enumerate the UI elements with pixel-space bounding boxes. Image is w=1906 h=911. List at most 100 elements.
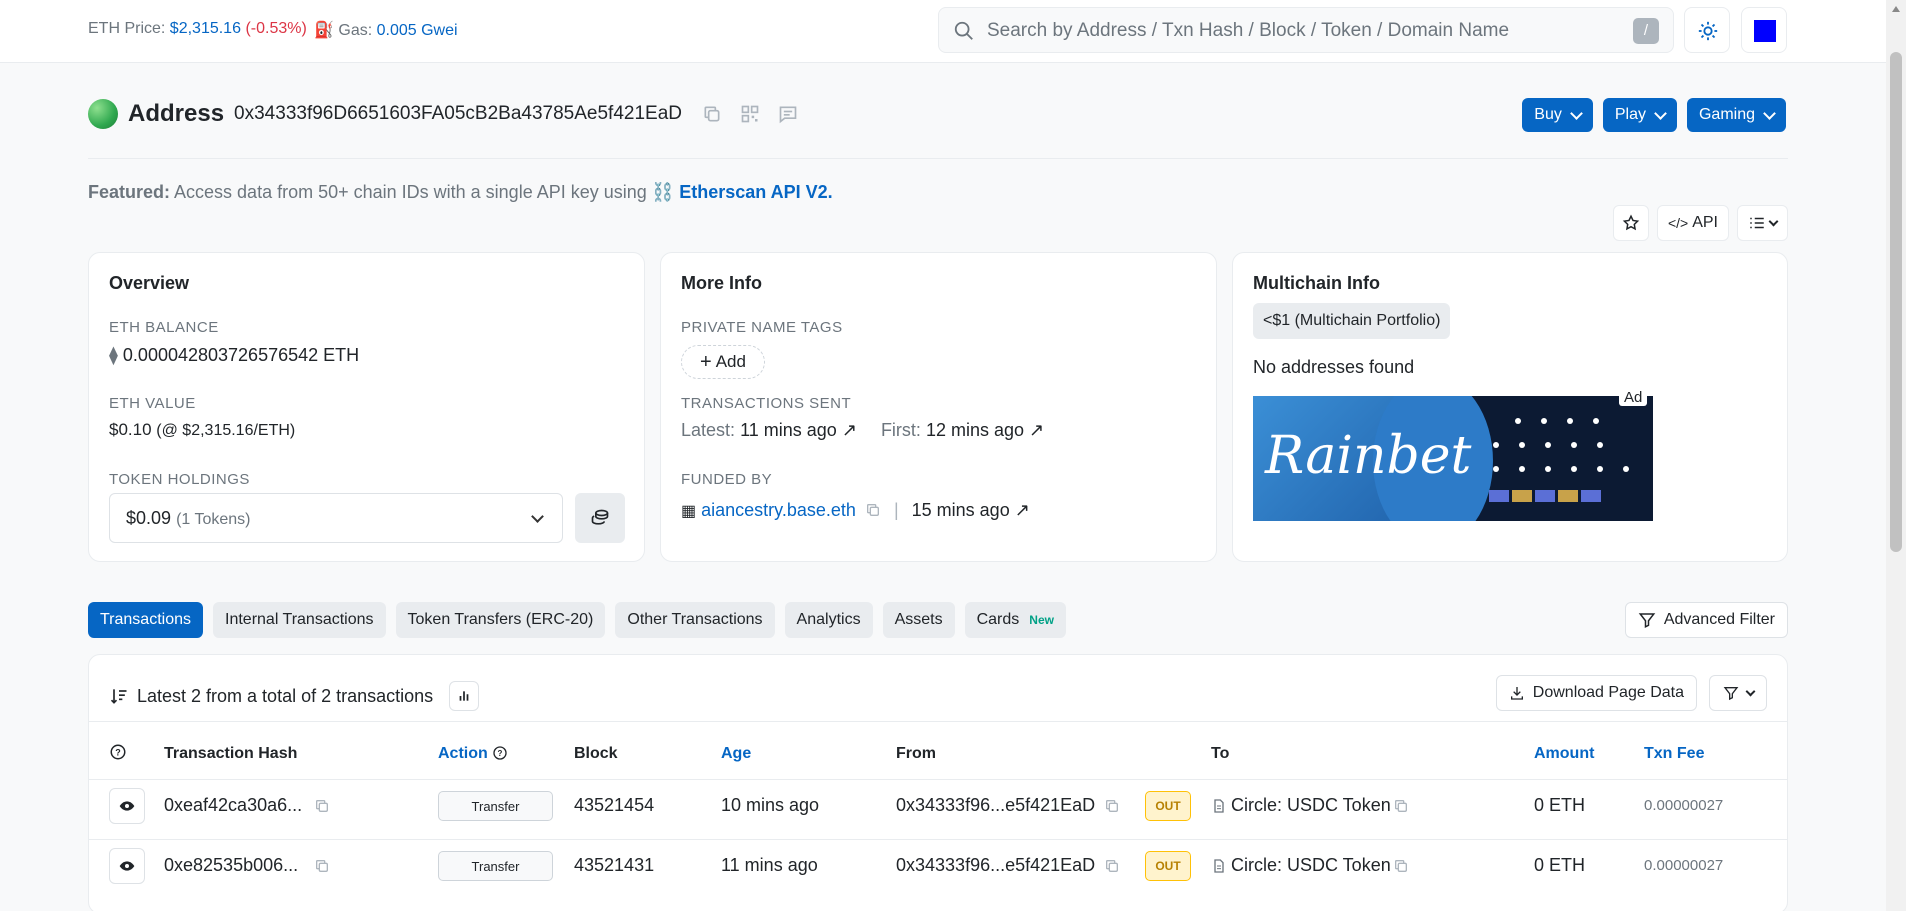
filter-icon <box>1638 613 1656 628</box>
arrow-up-right-icon[interactable]: ↗ <box>1015 500 1030 520</box>
gaming-button-label: Gaming <box>1698 106 1755 123</box>
advertisement-banner[interactable]: Rainbet <box>1253 396 1653 521</box>
sort-icon <box>110 689 127 704</box>
eth-price-value[interactable]: $2,315.16 <box>170 20 241 37</box>
col-header-action[interactable]: Action ? <box>438 745 508 763</box>
col-header-txn-fee[interactable]: Txn Fee <box>1644 745 1704 763</box>
tab-token-transfers[interactable]: Token Transfers (ERC-20) <box>395 602 606 638</box>
copy-icon[interactable] <box>865 502 881 518</box>
col-header-block: Block <box>574 745 618 762</box>
play-button-label: Play <box>1614 106 1646 123</box>
table-filter-button[interactable] <box>1709 675 1767 711</box>
copy-icon[interactable] <box>314 798 330 814</box>
new-badge: New <box>1029 613 1054 627</box>
gas-value[interactable]: 0.005 Gwei <box>377 22 458 39</box>
copy-icon[interactable] <box>314 858 330 874</box>
to-address-link[interactable]: Circle: USDC Token <box>1231 855 1391 876</box>
chevron-down-icon <box>1768 216 1779 226</box>
tab-internal-transactions[interactable]: Internal Transactions <box>213 602 386 638</box>
page-scrollbar[interactable] <box>1886 0 1906 911</box>
qr-code-icon[interactable] <box>740 104 760 124</box>
copy-icon[interactable] <box>1104 858 1120 874</box>
copy-icon[interactable] <box>1104 798 1120 814</box>
to-address-link[interactable]: Circle: USDC Token <box>1231 795 1391 816</box>
tx-hash-link[interactable]: 0xeaf42ca30a6... <box>164 795 302 816</box>
plus-icon: + <box>700 351 712 373</box>
copy-icon[interactable] <box>1393 798 1409 814</box>
featured-prefix: Featured: <box>88 182 171 202</box>
etherscan-api-link[interactable]: Etherscan API V2. <box>679 182 832 202</box>
tab-analytics[interactable]: Analytics <box>784 602 873 638</box>
tab-cards[interactable]: Cards New <box>964 602 1066 638</box>
block-link[interactable]: 43521431 <box>574 855 654 876</box>
funded-time: 15 mins ago <box>911 500 1010 520</box>
featured-text: Access data from 50+ chain IDs with a si… <box>174 182 647 202</box>
top-bar: ETH Price: $2,315.16 (-0.53%) ⛽ Gas: 0.0… <box>0 0 1886 63</box>
multichain-title: Multichain Info <box>1253 273 1380 293</box>
copy-icon[interactable] <box>1393 858 1409 874</box>
latest-value: 11 mins ago <box>740 420 837 440</box>
ethereum-icon: ⧫ <box>109 345 118 365</box>
action-badge: Transfer <box>438 851 553 881</box>
advanced-filter-button[interactable]: Advanced Filter <box>1624 602 1788 638</box>
preview-button[interactable] <box>109 848 145 884</box>
eth-price-change: (-0.53%) <box>245 20 307 37</box>
transactions-card: Latest 2 from a total of 2 transactions … <box>88 654 1788 911</box>
ad-dots-graphic <box>1493 418 1633 488</box>
network-button[interactable] <box>1741 7 1787 53</box>
buy-button[interactable]: Buy <box>1522 98 1593 132</box>
token-holdings-dropdown[interactable]: $0.09 (1 Tokens) <box>109 493 563 543</box>
scroll-up-arrow-icon[interactable] <box>1892 6 1900 12</box>
divider <box>89 839 1787 840</box>
transactions-summary-text: Latest 2 from a total of 2 transactions <box>137 685 434 706</box>
tx-sent-label: TRANSACTIONS SENT <box>681 395 852 412</box>
favorite-button[interactable] <box>1612 205 1649 241</box>
help-circle-icon[interactable]: ? <box>492 745 508 761</box>
sun-icon <box>1698 21 1718 41</box>
arrow-up-right-icon[interactable]: ↗ <box>1029 420 1044 440</box>
code-icon: </> <box>1667 215 1689 231</box>
token-value: $0.09 <box>126 508 172 528</box>
token-portfolio-button[interactable] <box>575 493 625 543</box>
arrow-up-right-icon[interactable]: ↗ <box>842 420 857 440</box>
theme-toggle-button[interactable] <box>1684 7 1730 53</box>
add-tag-button[interactable]: + Add <box>681 345 765 379</box>
tx-hash-link[interactable]: 0xe82535b006... <box>164 855 298 876</box>
download-icon <box>1510 687 1523 700</box>
funded-by-link[interactable]: aiancestry.base.eth <box>701 500 856 520</box>
tx-amount: 0 ETH <box>1534 855 1586 875</box>
play-button[interactable]: Play <box>1602 98 1677 132</box>
tab-assets[interactable]: Assets <box>882 602 955 638</box>
direction-badge: OUT <box>1145 791 1191 821</box>
copy-icon[interactable] <box>702 104 722 124</box>
tab-other-transactions[interactable]: Other Transactions <box>615 602 775 638</box>
col-header-age[interactable]: Age <box>721 745 751 763</box>
scrollbar-thumb[interactable] <box>1890 52 1902 552</box>
ad-brand-logo: Rainbet <box>1265 426 1472 486</box>
bar-chart-icon <box>459 691 469 701</box>
eth-value-main: $0.10 <box>109 420 152 439</box>
eth-value-label: ETH VALUE <box>109 395 196 412</box>
tab-transactions[interactable]: Transactions <box>88 602 203 638</box>
from-address: 0x34333f96...e5f421EaD <box>896 855 1096 875</box>
gas-price: ⛽ Gas: 0.005 Gwei <box>314 20 458 40</box>
preview-button[interactable] <box>109 788 145 824</box>
col-header-amount[interactable]: Amount <box>1534 745 1594 763</box>
token-count: (1 Tokens) <box>176 511 251 528</box>
more-options-button[interactable] <box>1737 205 1788 241</box>
col-header-action-label: Action <box>438 745 488 762</box>
block-link[interactable]: 43521454 <box>574 795 654 816</box>
search-shortcut-key: / <box>1633 18 1659 44</box>
chart-toggle-button[interactable] <box>449 681 480 711</box>
gaming-button[interactable]: Gaming <box>1686 98 1786 132</box>
funded-by-row: ▦ aiancestry.base.eth | 15 mins ago ↗ <box>681 500 1030 521</box>
address-header: Address 0x34333f96D6651603FA05cB2Ba43785… <box>88 98 816 130</box>
divider <box>89 721 1787 722</box>
search-input[interactable] <box>987 16 1607 46</box>
multichain-portfolio-button[interactable]: <$1 (Multichain Portfolio) <box>1253 303 1451 339</box>
download-page-data-button[interactable]: Download Page Data <box>1495 675 1697 711</box>
api-button[interactable]: </> API <box>1656 205 1729 241</box>
help-circle-icon[interactable]: ? <box>109 743 127 761</box>
comment-icon[interactable] <box>778 104 798 124</box>
buy-button-label: Buy <box>1534 106 1562 123</box>
